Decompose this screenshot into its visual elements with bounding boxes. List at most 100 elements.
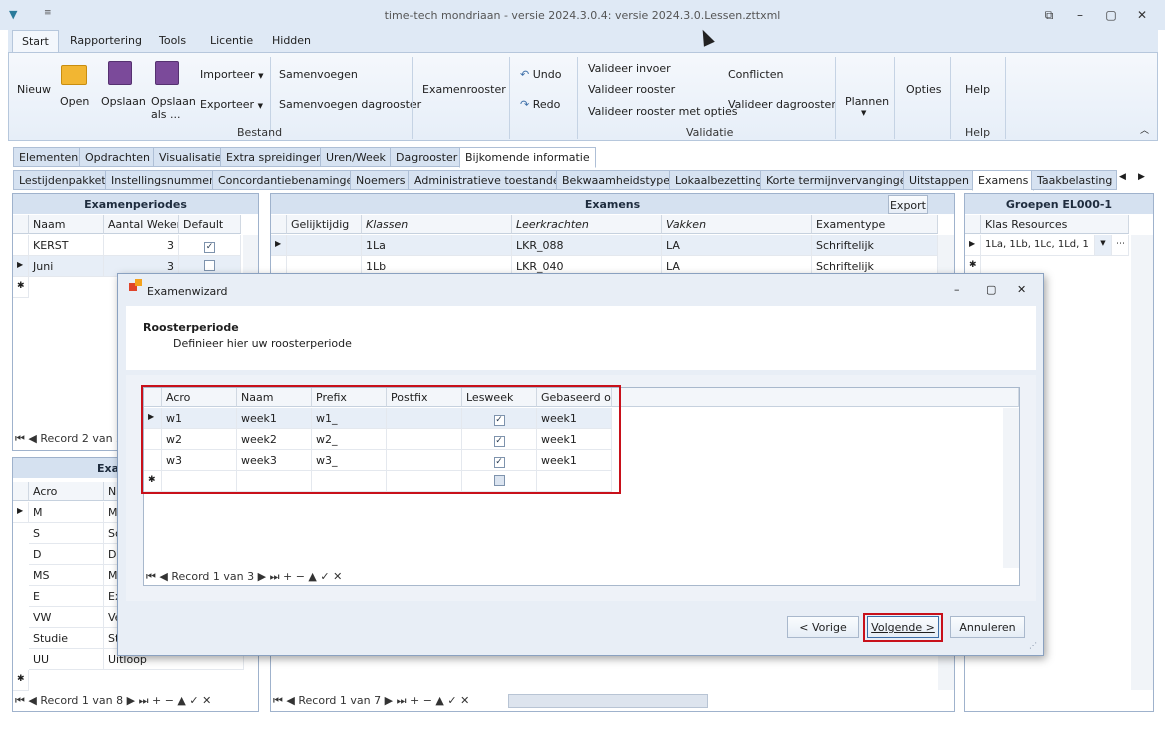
cell-acro[interactable]: VW [29,607,104,628]
column-header[interactable]: Aantal Weken [104,215,179,234]
opslaan-button[interactable]: Opslaan [101,95,146,108]
add-record-icon[interactable]: + [410,694,419,707]
export-button[interactable]: Export [888,195,928,214]
tab-concordantiebenamingen[interactable]: Concordantiebenamingen [212,170,367,190]
default-checkbox[interactable] [204,260,215,271]
maximize-icon[interactable]: ▢ [1101,7,1121,23]
tab-lokaalbezetting[interactable]: Lokaalbezetting [669,170,769,190]
horizontal-scrollbar[interactable] [508,694,708,708]
row-indicator-icon[interactable]: ▶ [13,256,29,277]
vertical-scrollbar[interactable] [1003,408,1019,568]
column-header[interactable]: Default [179,215,241,234]
cell-acro[interactable]: M [29,502,104,523]
confirm-icon[interactable]: ✓ [320,570,329,583]
column-header[interactable]: Klassen [362,215,512,234]
cell-examentype[interactable]: Schriftelijk [812,235,938,256]
first-record-icon[interactable]: ⏮ [146,570,156,583]
vertical-scrollbar[interactable] [1131,235,1153,690]
redo-button[interactable]: ↷ Redo [520,98,560,111]
tab-uitstappen[interactable]: Uitstappen [903,170,975,190]
tab-dagrooster[interactable]: Dagrooster [390,147,464,167]
examenrooster-button[interactable]: Examenrooster [422,83,506,96]
row-indicator-icon[interactable]: ▶ [271,235,287,256]
tab-opdrachten[interactable]: Opdrachten [79,147,156,167]
cancel-icon[interactable]: ✕ [460,694,469,707]
tab-examens[interactable]: Examens [972,170,1035,191]
opties-button[interactable]: Opties [906,83,942,96]
cell-naam[interactable]: Juni [29,256,104,277]
tab-licentie[interactable]: Licentie [210,34,253,47]
close-icon[interactable]: ✕ [1017,283,1026,296]
prev-record-icon[interactable]: ◀ [159,570,167,583]
opslaan-als-button[interactable]: Opslaan als ... [151,95,196,121]
plannen-button[interactable]: Plannen [845,95,889,108]
column-header[interactable]: Examentype [812,215,938,234]
tab-visualisatie[interactable]: Visualisatie [153,147,228,167]
delete-record-icon[interactable]: − [296,570,305,583]
cell-acro[interactable]: S [29,523,104,544]
minimize-icon[interactable]: – [1070,7,1090,23]
nieuw-button[interactable]: Nieuw [17,83,51,96]
column-header[interactable]: Naam [29,215,104,234]
conflicten-button[interactable]: Conflicten [728,68,783,81]
cell-gelijktijdig[interactable] [287,235,362,256]
vorige-button[interactable]: < Vorige [787,616,859,638]
table-row[interactable] [13,235,29,256]
valideer-opties-button[interactable]: Valideer rooster met opties [588,105,738,118]
first-record-icon[interactable]: ⏮ [15,694,25,707]
open-button[interactable]: Open [60,95,89,108]
first-record-icon[interactable]: ⏮ [15,432,25,445]
cell-acro[interactable]: MS [29,565,104,586]
valideer-rooster-button[interactable]: Valideer rooster [588,83,675,96]
importeer-dropdown[interactable]: Importeer ▼ [200,68,263,81]
tab-extra-spreidingen[interactable]: Extra spreidingen [220,147,330,167]
cancel-icon[interactable]: ✕ [333,570,342,583]
prev-record-icon[interactable]: ◀ [286,694,294,707]
tab-elementen[interactable]: Elementen [13,147,85,167]
tab-instellingsnummers[interactable]: Instellingsnummers [105,170,226,190]
add-record-icon[interactable]: + [152,694,161,707]
close-icon[interactable]: ✕ [1132,7,1152,23]
annuleren-button[interactable]: Annuleren [950,616,1025,638]
up-icon[interactable]: ▲ [308,570,316,583]
samenvoegen-button[interactable]: Samenvoegen [279,68,358,81]
restore-panel-icon[interactable]: ⧉ [1039,7,1059,23]
cell-naam[interactable]: KERST [29,235,104,256]
tab-hidden[interactable]: Hidden [272,34,311,47]
prev-record-icon[interactable]: ◀ [28,694,36,707]
collapse-ribbon-icon[interactable]: ︿ [1140,123,1149,136]
column-header[interactable]: Acro [29,482,104,501]
tab-bijkomende-informatie[interactable]: Bijkomende informatie [459,147,596,168]
next-record-icon[interactable]: ▶ [258,570,266,583]
klas-resources-field[interactable]: 1La, 1Lb, 1Lc, 1Ld, 1 [981,235,1095,256]
cell-acro[interactable]: D [29,544,104,565]
resize-grip-icon[interactable]: ⋰ [1029,641,1037,650]
confirm-icon[interactable]: ✓ [189,694,198,707]
dropdown-chevron-icon[interactable]: ▼ [1095,235,1112,256]
next-record-icon[interactable]: ▶ [127,694,135,707]
tab-taakbelasting[interactable]: Taakbelasting Ex [1031,170,1117,190]
new-row-icon[interactable]: ✱ [13,277,29,298]
last-record-icon[interactable]: ⏭ [397,694,407,707]
samenvoegen-dagrooster-button[interactable]: Samenvoegen dagrooster [279,98,421,111]
valideer-invoer-button[interactable]: Valideer invoer [588,62,671,75]
tab-lestijdenpakket[interactable]: Lestijdenpakket [13,170,112,190]
tab-rapportering[interactable]: Rapportering [70,34,142,47]
cancel-icon[interactable]: ✕ [202,694,211,707]
exporteer-dropdown[interactable]: Exporteer ▼ [200,98,263,111]
last-record-icon[interactable]: ⏭ [270,570,280,583]
tab-scroll-left-icon[interactable]: ◀ [1119,172,1126,182]
cell-leerkracht[interactable]: LKR_088 [512,235,662,256]
add-record-icon[interactable]: + [283,570,292,583]
last-record-icon[interactable]: ⏭ [139,694,149,707]
column-header[interactable]: Gelijktijdig [287,215,362,234]
confirm-icon[interactable]: ✓ [447,694,456,707]
up-icon[interactable]: ▲ [177,694,185,707]
delete-record-icon[interactable]: − [423,694,432,707]
column-header[interactable]: Leerkrachten [512,215,662,234]
valideer-dagrooster-button[interactable]: Valideer dagrooster [728,98,836,111]
undo-button[interactable]: ↶ Undo [520,68,561,81]
tab-uren-week[interactable]: Uren/Week [320,147,392,167]
tab-noemers[interactable]: Noemers [350,170,412,190]
tab-start[interactable]: Start [12,30,59,53]
